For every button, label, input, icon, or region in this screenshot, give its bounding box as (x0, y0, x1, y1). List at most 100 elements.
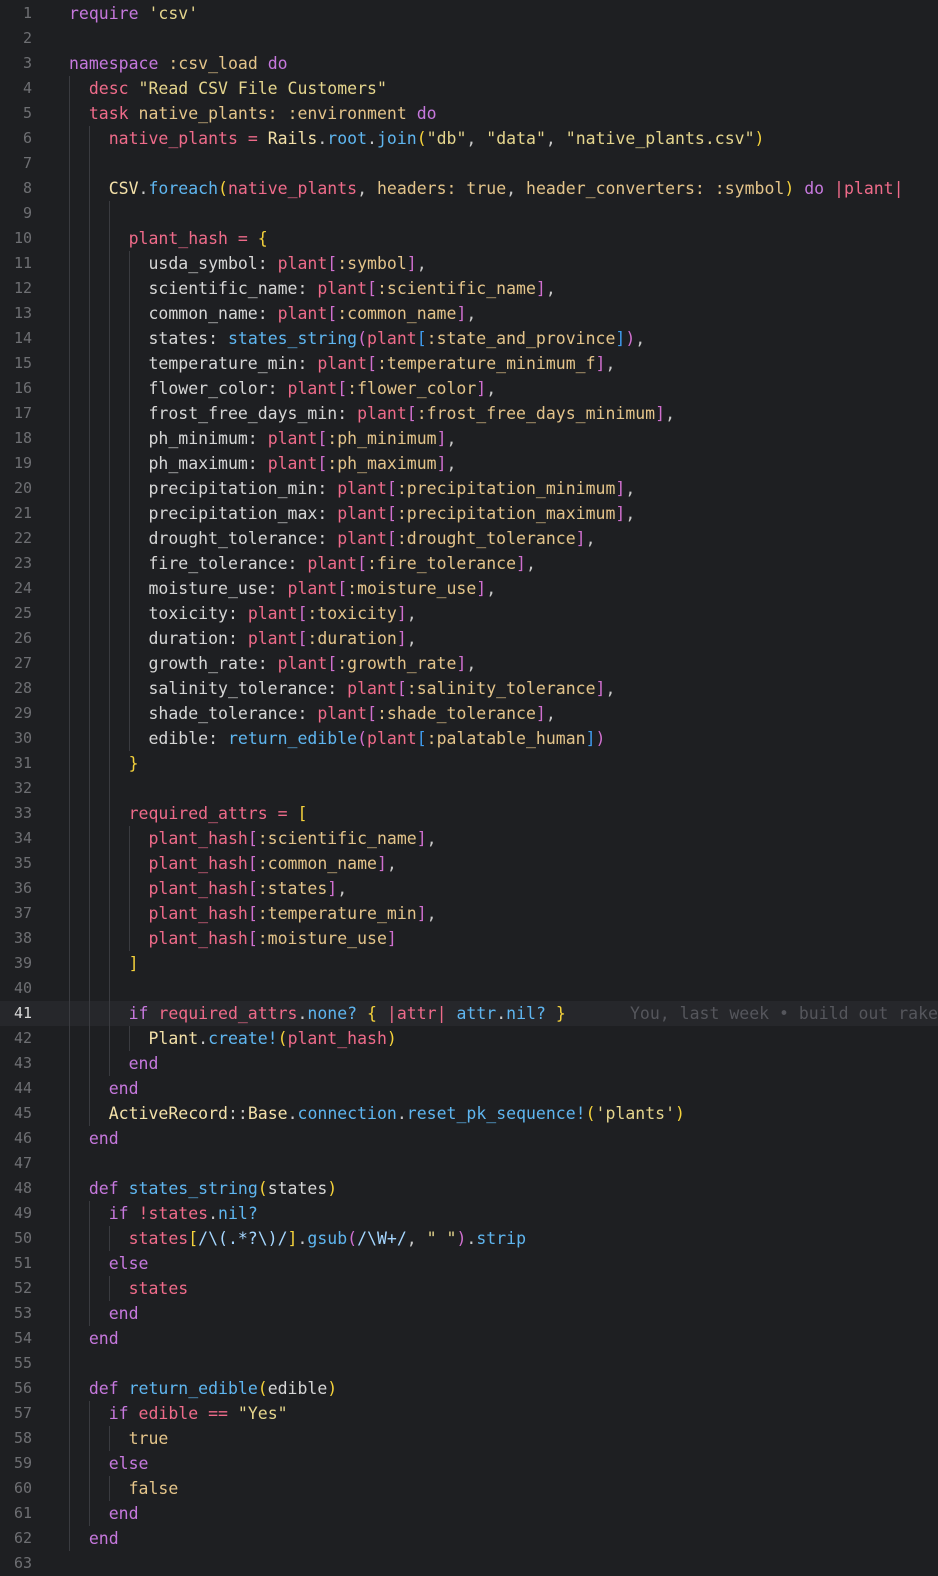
indent-guide (108, 701, 110, 726)
code-token: [ (416, 729, 427, 748)
code-token: fire_tolerance: (148, 554, 308, 573)
indent-guide (108, 801, 110, 826)
code-line[interactable]: 52 states (0, 1276, 938, 1301)
line-number: 49 (13, 1204, 32, 1222)
code-token: , (446, 454, 457, 473)
code-line[interactable]: 5 task native_plants: :environment do (0, 101, 938, 126)
code-line[interactable]: 7 (0, 151, 938, 176)
code-line[interactable]: 17 frost_free_days_min: plant[:frost_free… (0, 401, 938, 426)
code-line[interactable]: 25 toxicity: plant[:toxicity], (0, 601, 938, 626)
code-line[interactable]: 42 Plant.create!(plant_hash) (0, 1026, 938, 1051)
code-line[interactable]: 36 plant_hash[:states], (0, 876, 938, 901)
code-line[interactable]: 47 (0, 1151, 938, 1176)
code-line[interactable]: 63 (0, 1551, 938, 1576)
code-line[interactable]: 53 end (0, 1301, 938, 1326)
line-number: 18 (13, 429, 32, 447)
code-line[interactable]: 55 (0, 1351, 938, 1376)
code-line[interactable]: 28 salinity_tolerance: plant[:salinity_to… (0, 676, 938, 701)
code-token: native_plants (108, 129, 238, 148)
code-token: precipitation_min: (148, 479, 338, 498)
code-line[interactable]: 27 growth_rate: plant[:growth_rate], (0, 651, 938, 676)
code-line[interactable]: 21 precipitation_max: plant[:precipitatio… (0, 501, 938, 526)
code-line[interactable]: 8 CSV.foreach(native_plants, headers: tru… (0, 176, 938, 201)
code-line[interactable]: 16 flower_color: plant[:flower_color], (0, 376, 938, 401)
code-line[interactable]: 14 states: states_string(plant[:state_and… (0, 326, 938, 351)
code-line[interactable]: 18 ph_minimum: plant[:ph_minimum], (0, 426, 938, 451)
code-line[interactable]: 29 shade_tolerance: plant[:shade_toleranc… (0, 701, 938, 726)
indent-guide (88, 1001, 90, 1026)
code-line[interactable]: 50 states[/\(.*?\)/].gsub(/\W+/, " ").str… (0, 1226, 938, 1251)
code-line[interactable]: 62 end (0, 1526, 938, 1551)
indent-guide (69, 501, 70, 526)
code-line[interactable]: 60 false (0, 1476, 938, 1501)
code-line[interactable]: 48 def states_string(states) (0, 1176, 938, 1201)
code-line[interactable]: 12 scientific_name: plant[:scientific_nam… (0, 276, 938, 301)
code-line[interactable]: 56 def return_edible(edible) (0, 1376, 938, 1401)
code-line[interactable]: 38 plant_hash[:moisture_use] (0, 926, 938, 951)
code-line[interactable]: 20 precipitation_min: plant[:precipitatio… (0, 476, 938, 501)
code-line[interactable]: 23 fire_tolerance: plant[:fire_tolerance]… (0, 551, 938, 576)
code-line[interactable]: 33 required_attrs = [ (0, 801, 938, 826)
code-token: namespace (69, 54, 159, 73)
code-token: do (804, 179, 825, 198)
code-line[interactable]: 4 desc "Read CSV File Customers" (0, 76, 938, 101)
code-line[interactable]: 10 plant_hash = { (0, 226, 938, 251)
line-number: 36 (13, 879, 32, 897)
code-token: :common_name (337, 304, 457, 323)
code-line[interactable]: 58 true (0, 1426, 938, 1451)
code-line[interactable]: 39] (0, 951, 938, 976)
code-line[interactable]: 26 duration: plant[:duration], (0, 626, 938, 651)
code-line[interactable]: 15 temperature_min: plant[:temperature_mi… (0, 351, 938, 376)
code-token: root (327, 129, 368, 148)
code-line[interactable]: 2 (0, 26, 938, 51)
indent-guide (69, 526, 70, 551)
code-token: [ (247, 854, 258, 873)
code-line[interactable]: 6 native_plants = Rails.root.join("db", "… (0, 126, 938, 151)
code-line[interactable]: 46 end (0, 1126, 938, 1151)
git-blame-annotation: You, last week • build out rake (630, 1004, 938, 1023)
code-line[interactable]: 43 end (0, 1051, 938, 1076)
code-line[interactable]: 54 end (0, 1326, 938, 1351)
code-line[interactable]: 44 end (0, 1076, 938, 1101)
code-line[interactable]: 59 else (0, 1451, 938, 1476)
code-token: ] (396, 629, 407, 648)
code-token: edible (267, 1379, 328, 1398)
code-token: , (416, 254, 427, 273)
indent-guide (88, 776, 90, 801)
code-line[interactable]: 49 if !states.nil? (0, 1201, 938, 1226)
code-line[interactable]: 22 drought_tolerance: plant[:drought_tole… (0, 526, 938, 551)
indent-guide (69, 826, 70, 851)
code-line[interactable]: 57 if edible == "Yes" (0, 1401, 938, 1426)
code-line[interactable]: 32 (0, 776, 938, 801)
indent-guide (88, 1451, 90, 1476)
code-line[interactable]: 9 (0, 201, 938, 226)
indent-guide (69, 1501, 70, 1526)
code-line[interactable]: 24 moisture_use: plant[:moisture_use], (0, 576, 938, 601)
line-number: 3 (22, 54, 32, 72)
code-line[interactable]: 37 plant_hash[:temperature_min], (0, 901, 938, 926)
code-line[interactable]: 40 (0, 976, 938, 1001)
code-line[interactable]: 11 usda_symbol: plant[:symbol], (0, 251, 938, 276)
code-line[interactable]: 35 plant_hash[:common_name], (0, 851, 938, 876)
code-line[interactable]: 30 edible: return_edible(plant[:palatable… (0, 726, 938, 751)
code-line[interactable]: 1 require 'csv' (0, 1, 938, 26)
code-token: ] (615, 329, 626, 348)
code-line[interactable]: 19 ph_maximum: plant[:ph_maximum], (0, 451, 938, 476)
code-line[interactable]: 45 ActiveRecord::Base.connection.reset_pk… (0, 1101, 938, 1126)
code-line[interactable]: 34 plant_hash[:scientific_name], (0, 826, 938, 851)
code-line[interactable]: 31} (0, 751, 938, 776)
code-line[interactable]: 51 else (0, 1251, 938, 1276)
code-line[interactable]: 41 if required_attrs.none? { |attr| attr.… (0, 1001, 938, 1026)
code-line[interactable]: 13 common_name: plant[:common_name], (0, 301, 938, 326)
code-editor[interactable]: 1 require 'csv' 2 3 namespace :csv_load do 4 d… (0, 1, 938, 1576)
code-token: usda_symbol: (148, 254, 278, 273)
indent-guide (108, 451, 110, 476)
code-line[interactable]: 3 namespace :csv_load do (0, 51, 938, 76)
code-line[interactable]: 61 end (0, 1501, 938, 1526)
indent-guide (88, 1251, 90, 1276)
code-token: connection (297, 1104, 397, 1123)
line-number: 7 (22, 154, 32, 172)
